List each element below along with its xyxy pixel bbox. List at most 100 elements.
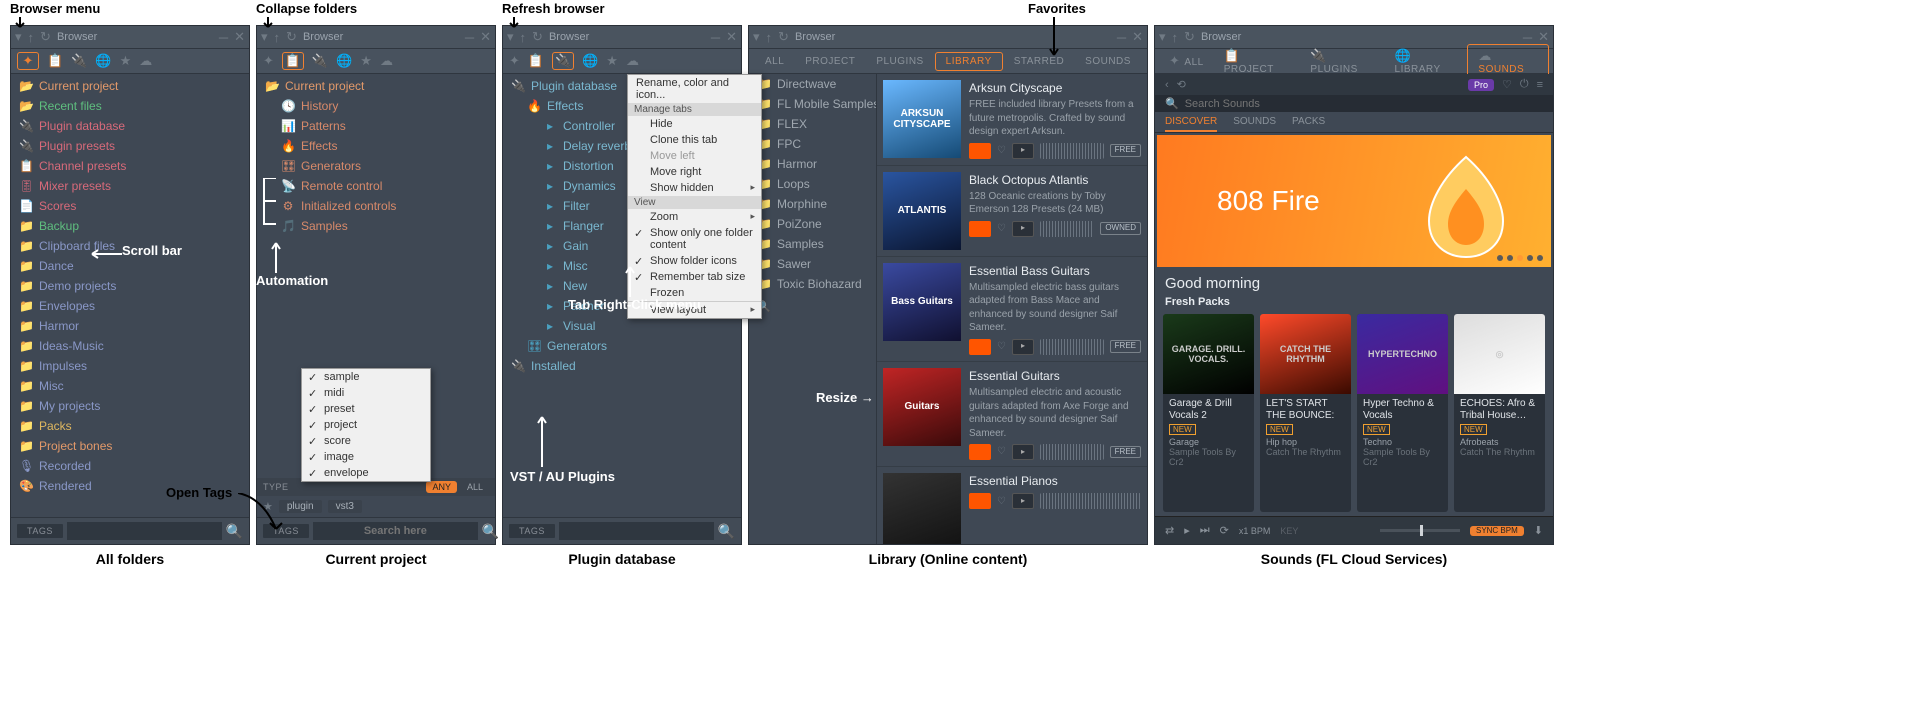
search-icon[interactable]: 🔍 — [749, 294, 876, 319]
search-icon[interactable]: 🔍 — [482, 523, 499, 540]
tree-item[interactable]: 📋Channel presets — [11, 156, 249, 176]
lib-category[interactable]: 📁Directwave — [749, 74, 876, 94]
lib-category[interactable]: 📁PoiZone — [749, 214, 876, 234]
tag-option[interactable]: project — [302, 417, 430, 433]
tree-item[interactable]: 📁Clipboard files — [11, 236, 249, 256]
lib-category[interactable]: 📁Toxic Biohazard — [749, 274, 876, 294]
tree-item[interactable]: 📁Envelopes — [11, 296, 249, 316]
tags-button[interactable]: TAGS — [509, 524, 555, 538]
cm-zoom[interactable]: Zoom — [628, 209, 761, 225]
folder-tree[interactable]: 📂Current project📂Recent files🔌Plugin dat… — [11, 74, 249, 517]
soundcloud-icon[interactable] — [969, 493, 991, 509]
tab-library-icon[interactable]: 🌐 — [582, 53, 598, 69]
cm-hide[interactable]: Hide — [628, 116, 761, 132]
tree-item[interactable]: 📁Dance — [11, 256, 249, 276]
heart-icon[interactable]: ♡ — [997, 445, 1006, 459]
tree-item[interactable]: 🔌Plugin presets — [11, 136, 249, 156]
tab-all[interactable]: ✦ALL — [1159, 50, 1214, 72]
tree-item[interactable]: 📂Recent files — [11, 96, 249, 116]
tab-project-icon[interactable]: 📋 — [528, 53, 544, 69]
tree-item[interactable]: 📁Project bones — [11, 436, 249, 456]
play-button[interactable]: ▸ — [1012, 143, 1034, 159]
soundcloud-icon[interactable] — [969, 143, 991, 159]
pack-card[interactable]: GARAGE. DRILL. VOCALS. Garage & Drill Vo… — [1163, 314, 1254, 512]
tree-item[interactable]: 📁Ideas-Music — [11, 336, 249, 356]
cm-frozen[interactable]: Frozen — [628, 285, 761, 301]
tag-option[interactable]: midi — [302, 385, 430, 401]
lib-category[interactable]: 📁Harmor — [749, 154, 876, 174]
tab-project[interactable]: 📋PROJECT — [1214, 45, 1301, 78]
nav-fwd-icon[interactable]: ↻ — [778, 29, 789, 45]
subtab-packs[interactable]: PACKS — [1292, 116, 1325, 132]
any-chip[interactable]: ANY — [426, 481, 457, 493]
tag-option[interactable]: sample — [302, 369, 430, 385]
lib-category[interactable]: 📁Loops — [749, 174, 876, 194]
tag-option[interactable]: image — [302, 449, 430, 465]
tab-plugins[interactable]: 🔌PLUGINS — [1300, 45, 1384, 78]
cm-icons[interactable]: Show folder icons — [628, 253, 761, 269]
nav-up-icon[interactable]: ↑ — [766, 30, 773, 45]
tab-context-menu[interactable]: Rename, color and icon... Manage tabs Hi… — [627, 74, 762, 319]
play-icon[interactable]: ▸ — [1184, 524, 1190, 537]
minimize-icon[interactable]: ─ — [219, 30, 228, 45]
soundcloud-icon[interactable] — [969, 339, 991, 355]
nav-fwd-icon[interactable]: ↻ — [286, 29, 297, 45]
library-item[interactable]: Guitars Essential GuitarsMultisampled el… — [877, 362, 1147, 467]
close-icon[interactable]: ✕ — [480, 29, 491, 45]
carousel-dots[interactable] — [1497, 255, 1543, 261]
tree-item[interactable]: 🎛Generators — [257, 156, 495, 176]
volume-slider[interactable] — [1380, 529, 1460, 532]
tree-item[interactable]: 📡Remote control — [257, 176, 495, 196]
tree-item[interactable]: 📄Scores — [11, 196, 249, 216]
search-icon[interactable]: 🔍 — [226, 523, 243, 540]
tab-sounds-icon[interactable]: ☁ — [626, 53, 639, 69]
tree-item[interactable]: 📁Harmor — [11, 316, 249, 336]
sounds-search-input[interactable] — [1185, 98, 1543, 110]
tab-starred-icon[interactable]: ★ — [120, 53, 132, 69]
download-icon[interactable]: ⬇ — [1534, 524, 1543, 537]
soundcloud-icon[interactable] — [969, 221, 991, 237]
cm-rename[interactable]: Rename, color and icon... — [628, 75, 761, 103]
tree-item[interactable]: 🔌Plugin database — [11, 116, 249, 136]
library-category-list[interactable]: 📁Directwave📁FL Mobile Samples📁FLEX📁FPC📁H… — [749, 74, 877, 544]
library-item[interactable]: ARKSUN CITYSCAPE Arksun CityscapeFREE in… — [877, 74, 1147, 166]
tab-library[interactable]: 🌐LIBRARY — [1385, 45, 1468, 78]
play-button[interactable]: ▸ — [1012, 221, 1034, 237]
library-item[interactable]: Essential Pianos ♡▸ — [877, 467, 1147, 544]
cm-oneline[interactable]: Show only one folder content — [628, 225, 761, 253]
search-input[interactable] — [67, 522, 222, 540]
tree-item[interactable]: 🕓History — [257, 96, 495, 116]
tab-library-icon[interactable]: 🌐 — [336, 53, 352, 69]
tree-item[interactable]: 🎚Mixer presets — [11, 176, 249, 196]
shuffle-icon[interactable]: ⇄ — [1165, 524, 1174, 537]
tab-starred-icon[interactable]: ★ — [606, 53, 618, 69]
tab-plugins-icon[interactable]: 🔌 — [552, 52, 574, 70]
tree-node[interactable]: 🔌Installed — [503, 356, 741, 376]
search-icon[interactable]: 🔍 — [718, 523, 735, 540]
tree-item[interactable]: 📊Patterns — [257, 116, 495, 136]
lib-category[interactable]: 📁Morphine — [749, 194, 876, 214]
tab-all[interactable]: ALL — [755, 53, 794, 70]
cm-moveright[interactable]: Move right — [628, 164, 761, 180]
menu-dropdown-icon[interactable]: ▾ — [507, 29, 514, 45]
pack-card[interactable]: HYPERTECHNO Hyper Techno & VocalsNEWTech… — [1357, 314, 1448, 512]
tag-option[interactable]: envelope — [302, 465, 430, 481]
subtab-discover[interactable]: DISCOVER — [1165, 116, 1217, 132]
tab-plugins-icon[interactable]: 🔌 — [71, 53, 87, 69]
play-button[interactable]: ▸ — [1012, 339, 1034, 355]
tree-item[interactable]: 📂Current project — [11, 76, 249, 96]
cm-layout[interactable]: View layout — [628, 302, 761, 318]
tab-plugins-icon[interactable]: 🔌 — [312, 53, 328, 69]
tree-node[interactable]: 🎛Generators — [503, 336, 741, 356]
library-item[interactable]: ATLANTIS Black Octopus Atlantis128 Ocean… — [877, 166, 1147, 257]
tab-starred-icon[interactable]: ★ — [360, 53, 372, 69]
tab-project-icon[interactable]: 📋 — [47, 53, 63, 69]
heart-icon[interactable]: ♡ — [1502, 78, 1512, 91]
tab-all-icon[interactable]: ✦ — [509, 53, 520, 69]
menu-dropdown-icon[interactable]: ▾ — [1159, 29, 1166, 45]
heart-icon[interactable]: ♡ — [997, 495, 1006, 509]
lib-category[interactable]: 📁FPC — [749, 134, 876, 154]
tab-all-icon[interactable]: ✦ — [17, 52, 39, 70]
tab-starred[interactable]: STARRED — [1004, 53, 1075, 70]
pack-card[interactable]: CATCH THE RHYTHM LET'S START THE BOUNCE:… — [1260, 314, 1351, 512]
